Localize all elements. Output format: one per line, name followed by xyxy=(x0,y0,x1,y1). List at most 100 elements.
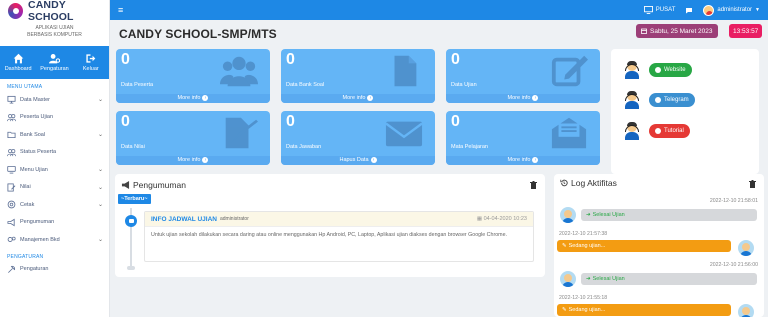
sidebar-item-cetak[interactable]: Cetak ⌄ xyxy=(0,196,109,214)
stat-label: Data Bank Soal xyxy=(286,82,325,88)
sidebar-item-menu-ujian[interactable]: Menu Ujian ⌄ xyxy=(0,161,109,179)
users-status-icon xyxy=(7,148,16,157)
chat-button[interactable] xyxy=(685,7,693,14)
app-root: CANDY SCHOOL APLIKASI UJIAN BERBASIS KOM… xyxy=(0,0,768,317)
page-title: CANDY SCHOOL-SMP/MTS xyxy=(119,27,277,41)
username-label: administrator xyxy=(717,7,753,13)
arrow-circle-right-icon: › xyxy=(532,95,539,101)
log-message: ✎ Sedang ujian... xyxy=(557,304,731,316)
more-info-link[interactable]: More info › xyxy=(116,156,270,165)
dashboard-label: Dashboard xyxy=(4,66,32,72)
sidebar-item-label: Nilai xyxy=(20,184,31,191)
stat-card-ujian: 0 Data Ujian More info › xyxy=(446,49,600,103)
gears-icon xyxy=(7,235,16,244)
stat-label: Mata Pelajaran xyxy=(451,144,488,150)
folder-icon xyxy=(7,130,16,139)
print-icon xyxy=(7,200,16,209)
sidebar-item-peserta-ujian[interactable]: Peserta Ujian xyxy=(0,109,109,127)
stat-card-mapel: 0 Mata Pelajaran More info › xyxy=(446,111,600,165)
sidebar-item-label: Bank Soal xyxy=(20,131,46,138)
log-timestamp: 2022-12-10 21:56:00 xyxy=(709,262,758,268)
log-message: ✎ Sedang ujian... xyxy=(557,240,731,252)
sidebar-item-data-master[interactable]: Data Master ⌄ xyxy=(0,91,109,109)
telegram-button[interactable]: Telegram xyxy=(649,93,695,107)
sign-in-icon: ➜ xyxy=(586,276,591,282)
chevron-down-icon: ⌄ xyxy=(97,202,103,209)
trash-icon[interactable] xyxy=(530,181,537,189)
announcement-panel: Pengumuman ~Terbaru~ INFO JADWAL UJIAN a… xyxy=(115,174,545,277)
announcement-date: ▦ 04-04-2020 10:23 xyxy=(476,216,527,222)
sidebar-item-label: Manajemen Bkd xyxy=(20,236,60,243)
more-info-link[interactable]: More info › xyxy=(116,94,270,103)
logout-label: Keluar xyxy=(82,66,99,72)
settings-label: Pengaturan xyxy=(40,66,69,72)
tutorial-button[interactable]: Tutorial xyxy=(649,124,690,138)
file-icon xyxy=(394,55,417,87)
home-icon xyxy=(13,53,23,64)
sidebar-item-pengumuman[interactable]: Pengumuman xyxy=(0,214,109,232)
hamburger-menu-icon[interactable]: ≡ xyxy=(118,5,130,15)
chevron-down-icon: ⌄ xyxy=(97,237,103,244)
log-timestamp: 2022-12-10 21:58:01 xyxy=(709,198,758,204)
sidebar-item-nilai[interactable]: Nilai ⌄ xyxy=(0,179,109,197)
desktop-icon xyxy=(7,165,16,174)
history-icon xyxy=(560,179,568,187)
sidebar-item-label: Status Peserta xyxy=(20,149,57,156)
stat-value: 0 xyxy=(286,51,295,68)
chevron-down-icon: ⌄ xyxy=(97,167,103,174)
brand[interactable]: CANDY SCHOOL xyxy=(0,0,109,23)
trash-icon[interactable] xyxy=(749,180,756,188)
dashboard-button[interactable]: Dashboard xyxy=(0,46,36,79)
stat-card-jawaban: 0 Data Jawaban Hapus Data › xyxy=(281,111,435,165)
announcement-item: INFO JADWAL UJIAN administrator ▦ 04-04-… xyxy=(144,211,534,262)
support-agent-icon xyxy=(623,91,641,109)
more-info-link[interactable]: More info › xyxy=(446,94,600,103)
globe-icon xyxy=(655,67,661,73)
user-cog-icon xyxy=(48,54,60,64)
log-heading: Log Aktifitas xyxy=(571,178,617,188)
chevron-down-icon: ⌄ xyxy=(97,97,103,104)
sidebar-item-status-peserta[interactable]: Status Peserta xyxy=(0,144,109,162)
sidebar-item-label: Peserta Ujian xyxy=(20,114,54,121)
calendar-icon: ▦ xyxy=(476,216,484,222)
telegram-icon xyxy=(655,97,661,103)
envelope-icon xyxy=(125,215,137,227)
candy-logo-icon xyxy=(8,3,24,19)
more-info-link[interactable]: More info › xyxy=(446,156,600,165)
sidebar-item-bank-soal[interactable]: Bank Soal ⌄ xyxy=(0,126,109,144)
signature-icon xyxy=(225,117,258,149)
support-agent-icon xyxy=(623,61,641,79)
sign-in-icon: ➜ xyxy=(586,212,591,218)
sidebar: CANDY SCHOOL APLIKASI UJIAN BERBASIS KOM… xyxy=(0,0,110,317)
links-card: Website Telegram Tutorial xyxy=(611,49,759,174)
envelope-open-icon xyxy=(551,117,587,149)
logout-button[interactable]: Keluar xyxy=(73,46,109,79)
stat-label: Data Jawaban xyxy=(286,144,322,150)
settings-button[interactable]: Pengaturan xyxy=(36,46,72,79)
hapus-data-link[interactable]: Hapus Data › xyxy=(281,156,435,165)
sidebar-item-label: Data Master xyxy=(20,96,50,103)
avatar xyxy=(560,271,576,287)
link-row-telegram: Telegram xyxy=(623,91,695,109)
stat-value: 0 xyxy=(451,51,460,68)
sidebar-item-pengaturan[interactable]: Pengaturan xyxy=(0,261,109,279)
caret-down-icon: ▼ xyxy=(755,7,760,13)
stat-value: 0 xyxy=(121,113,130,130)
quick-nav: Dashboard Pengaturan Keluar xyxy=(0,46,109,79)
settings-icon xyxy=(7,265,16,274)
stat-label: Data Ujian xyxy=(451,82,477,88)
sidebar-item-manajemen[interactable]: Manajemen Bkd ⌄ xyxy=(0,231,109,249)
more-info-link[interactable]: More info › xyxy=(281,94,435,103)
youtube-icon xyxy=(655,128,661,134)
announcement-header: Pengumuman xyxy=(121,180,186,190)
website-button[interactable]: Website xyxy=(649,63,692,77)
arrow-circle-right-icon: › xyxy=(202,157,209,163)
pusat-label: PUSAT xyxy=(655,7,676,13)
pusat-button[interactable]: PUSAT xyxy=(643,6,676,14)
user-menu[interactable]: administrator ▼ xyxy=(703,4,760,16)
announcement-body: Untuk ujian sekolah dilakukan secara dar… xyxy=(151,232,507,238)
edit-icon: ✎ xyxy=(562,243,567,249)
stat-card-nilai: 0 Data Nilai More info › xyxy=(116,111,270,165)
menu-header-settings: PENGATURAN xyxy=(7,253,44,260)
log-message: ➜ Selesai Ujian xyxy=(581,209,757,221)
